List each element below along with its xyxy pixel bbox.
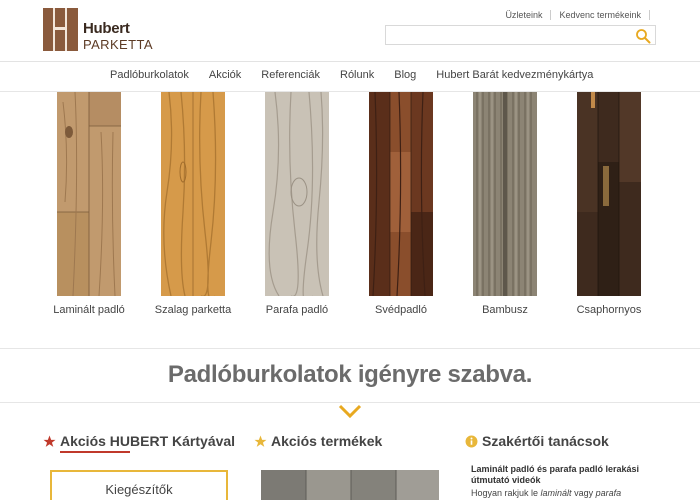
product-label[interactable]: Bambusz (455, 304, 555, 316)
brand-name: Hubert (83, 20, 130, 37)
tagline-banner: Padlóburkolatok igényre szabva. (0, 349, 700, 403)
column-title: Szakértői tanácsok (482, 433, 609, 449)
product-label[interactable]: Laminált padló (39, 304, 139, 316)
swedish-floor-plank-image[interactable] (369, 92, 433, 296)
product-categories: Laminált padló Szalag parketta Parafa pa… (0, 92, 700, 348)
brand-sub: PARKETTA (83, 37, 153, 52)
column-title: Akciós HUBERT Kártyával (60, 433, 236, 449)
star-icon (43, 435, 56, 447)
chevron-down-icon[interactable] (338, 404, 362, 418)
bamboo-plank-image[interactable] (473, 92, 537, 296)
nav-item-floorings[interactable]: Padlóburkolatok (100, 69, 199, 81)
product-label[interactable]: Parafa padló (247, 304, 347, 316)
search-icon[interactable] (635, 28, 651, 44)
info-icon (465, 435, 478, 447)
advice-article-desc: Hogyan rakjuk le laminált vagy parafa (471, 488, 622, 498)
top-link-stores[interactable]: Üzleteink (497, 10, 552, 20)
product-label[interactable]: Szalag parketta (143, 304, 243, 316)
laminate-plank-image[interactable] (57, 92, 121, 296)
nav-item-loyalty-card[interactable]: Hubert Barát kedvezménykártya (426, 69, 603, 81)
column-title: Akciós termékek (271, 433, 383, 449)
hubert-card-deals-heading: Akciós HUBERT Kártyával (43, 433, 235, 449)
nav-item-references[interactable]: Referenciák (251, 69, 330, 81)
logo-mark-icon (43, 8, 78, 51)
accessories-label: Kiegészítők (105, 482, 173, 497)
nav-item-sales[interactable]: Akciók (199, 69, 251, 81)
product-label[interactable]: Csaphornyos (559, 304, 659, 316)
accessories-button[interactable]: Kiegészítők (50, 470, 228, 500)
expert-advice-heading: Szakértői tanácsok (465, 433, 609, 449)
product-label[interactable]: Svédpadló (351, 304, 451, 316)
nav-item-blog[interactable]: Blog (384, 69, 426, 81)
tongue-groove-plank-image[interactable] (577, 92, 641, 296)
nav-item-about[interactable]: Rólunk (330, 69, 384, 81)
heading-underline (60, 451, 130, 453)
top-links: Üzleteink Kedvenc termékeink (497, 10, 650, 20)
search-input[interactable] (390, 28, 625, 42)
brand-logo[interactable]: Hubert PARKETTA (43, 8, 153, 52)
banner-title: Padlóburkolatok igényre szabva. (167, 361, 533, 388)
main-nav: Padlóburkolatok Akciók Referenciák Rólun… (0, 62, 700, 92)
sale-products-heading: Akciós termékek (254, 433, 382, 449)
advice-article-title[interactable]: Laminált padló és parafa padló lerakási … (471, 464, 641, 486)
top-link-favourites[interactable]: Kedvenc termékeink (551, 10, 650, 20)
strip-parquet-plank-image[interactable] (161, 92, 225, 296)
cork-plank-image[interactable] (265, 92, 329, 296)
search-box (385, 25, 656, 45)
star-icon (254, 435, 267, 447)
sale-product-image[interactable] (261, 470, 439, 500)
site-header: Hubert PARKETTA Üzleteink Kedvenc termék… (0, 0, 700, 62)
